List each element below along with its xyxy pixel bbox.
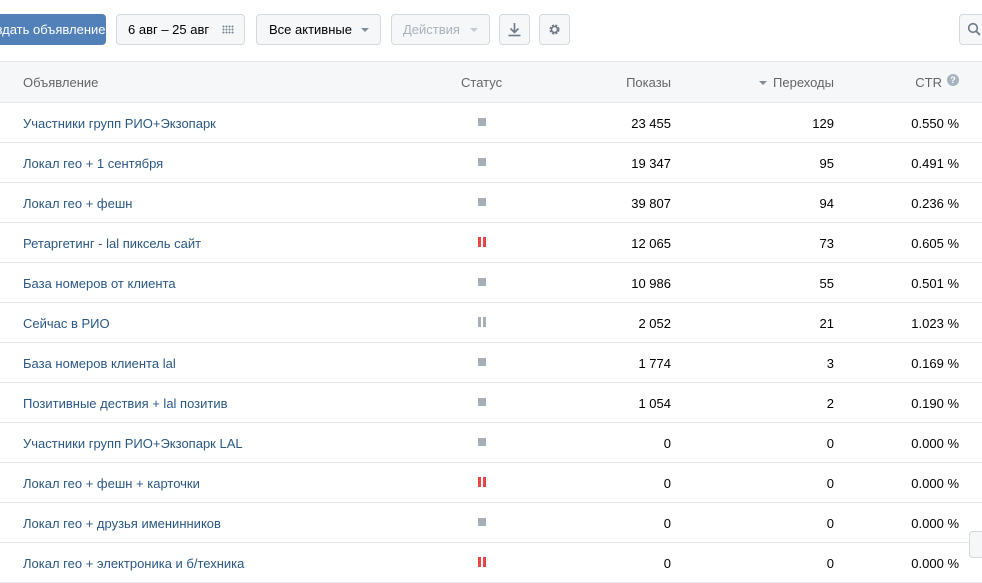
clicks-value: 95 <box>819 156 834 171</box>
ctr-value: 0.501 % <box>911 276 959 291</box>
clicks-value: 73 <box>819 236 834 251</box>
ad-name-link[interactable]: Участники групп РИО+Экзопарк <box>23 116 216 131</box>
table-row: База номеров клиента lal 1 774 3 0.169 % <box>0 343 982 383</box>
table-row: Локал гео + фешн + карточки 0 0 0.000 % <box>0 463 982 503</box>
status-filter-select[interactable]: Все активные <box>256 14 381 45</box>
ad-name-link[interactable]: Локал гео + 1 сентября <box>23 156 163 171</box>
ad-name-link[interactable]: База номеров от клиента <box>23 276 176 291</box>
shows-value: 0 <box>663 436 671 451</box>
create-ad-button[interactable]: Создать объявление <box>0 14 106 45</box>
table-row: Участники групп РИО+Экзопарк 23 455 129 0.5… <box>0 103 982 143</box>
pause-icon[interactable] <box>477 477 487 487</box>
chevron-down-icon <box>470 28 478 32</box>
settings-button[interactable] <box>539 14 570 45</box>
status-stopped-icon[interactable] <box>478 358 486 366</box>
download-button[interactable] <box>499 14 530 45</box>
help-icon[interactable]: ? <box>947 74 959 86</box>
ctr-value: 0.491 % <box>911 156 959 171</box>
search-icon <box>967 22 981 36</box>
table-row: Локал гео + друзья именинников 0 0 0.000 % <box>0 503 982 543</box>
column-header-status[interactable]: Статус <box>461 75 502 90</box>
ad-name-link[interactable]: Локал гео + фешн + карточки <box>23 476 200 491</box>
ad-name-link[interactable]: Локал гео + фешн <box>23 196 132 211</box>
pause-icon[interactable] <box>477 557 487 567</box>
status-stopped-icon[interactable] <box>478 158 486 166</box>
ctr-value: 0.605 % <box>911 236 959 251</box>
scroll-to-top-button[interactable] <box>969 531 982 558</box>
table-row: Ретаргетинг - lal пиксель сайт 12 065 73 0.… <box>0 223 982 263</box>
clicks-value: 94 <box>819 196 834 211</box>
shows-value: 39 807 <box>631 196 671 211</box>
pause-icon[interactable] <box>477 317 487 327</box>
clicks-value: 21 <box>819 316 834 331</box>
clicks-value: 129 <box>812 116 834 131</box>
ctr-value: 1.023 % <box>911 316 959 331</box>
toolbar: Создать объявление 6 авг – 25 авг Все ак… <box>0 0 982 61</box>
ad-name-link[interactable]: Участники групп РИО+Экзопарк LAL <box>23 436 243 451</box>
ctr-value: 0.169 % <box>911 356 959 371</box>
shows-value: 19 347 <box>631 156 671 171</box>
table-row: Локал гео + 1 сентября 19 347 95 0.491 % <box>0 143 982 183</box>
table-row: Локал гео + фешн 39 807 94 0.236 % <box>0 183 982 223</box>
ctr-value: 0.000 % <box>911 516 959 531</box>
table-row: Позитивные дествия + lal позитив 1 054 2 0.… <box>0 383 982 423</box>
download-icon <box>508 23 521 37</box>
clicks-value: 0 <box>826 476 834 491</box>
column-header-clicks[interactable]: Переходы <box>773 75 834 90</box>
sort-desc-icon <box>759 81 767 85</box>
calendar-icon <box>222 25 234 34</box>
status-stopped-icon[interactable] <box>478 118 486 126</box>
status-stopped-icon[interactable] <box>478 398 486 406</box>
ctr-value: 0.550 % <box>911 116 959 131</box>
ads-table-body: Участники групп РИО+Экзопарк 23 455 129 0.5… <box>0 103 982 583</box>
shows-value: 1 054 <box>638 396 671 411</box>
pause-icon[interactable] <box>477 237 487 247</box>
shows-value: 2 052 <box>638 316 671 331</box>
status-stopped-icon[interactable] <box>478 198 486 206</box>
ad-name-link[interactable]: Сейчас в РИО <box>23 316 110 331</box>
table-row: База номеров от клиента 10 986 55 0.501 % <box>0 263 982 303</box>
ad-name-link[interactable]: Позитивные дествия + lal позитив <box>23 396 228 411</box>
clicks-value: 0 <box>826 436 834 451</box>
ad-name-link[interactable]: База номеров клиента lal <box>23 356 176 371</box>
ctr-value: 0.000 % <box>911 476 959 491</box>
gear-icon <box>549 24 560 35</box>
shows-value: 0 <box>663 476 671 491</box>
shows-value: 0 <box>663 556 671 571</box>
ctr-value: 0.236 % <box>911 196 959 211</box>
shows-value: 23 455 <box>631 116 671 131</box>
shows-value: 12 065 <box>631 236 671 251</box>
chevron-down-icon <box>361 28 369 32</box>
ctr-value: 0.190 % <box>911 396 959 411</box>
search-button[interactable] <box>959 14 982 45</box>
clicks-value: 2 <box>826 396 834 411</box>
ad-name-link[interactable]: Ретаргетинг - lal пиксель сайт <box>23 236 201 251</box>
table-header: Объявление Статус Показы Переходы CTR ? <box>0 61 982 103</box>
ad-name-link[interactable]: Локал гео + друзья именинников <box>23 516 221 531</box>
column-header-ctr[interactable]: CTR <box>915 75 942 90</box>
clicks-value: 55 <box>819 276 834 291</box>
date-range-picker[interactable]: 6 авг – 25 авг <box>116 14 245 45</box>
clicks-value: 0 <box>826 556 834 571</box>
shows-value: 1 774 <box>638 356 671 371</box>
shows-value: 0 <box>663 516 671 531</box>
status-stopped-icon[interactable] <box>478 278 486 286</box>
date-range-label: 6 авг – 25 авг <box>128 22 210 37</box>
column-header-shows[interactable]: Показы <box>626 75 671 90</box>
table-row: Участники групп РИО+Экзопарк LAL 0 0 0.000 … <box>0 423 982 463</box>
table-row: Сейчас в РИО 2 052 21 1.023 % <box>0 303 982 343</box>
status-filter-label: Все активные <box>269 22 352 37</box>
table-row: Локал гео + электроника и б/техника 0 0 0.0… <box>0 543 982 583</box>
ctr-value: 0.000 % <box>911 436 959 451</box>
column-header-ad[interactable]: Объявление <box>23 75 98 90</box>
status-stopped-icon[interactable] <box>478 438 486 446</box>
status-stopped-icon[interactable] <box>478 518 486 526</box>
actions-label: Действия <box>403 22 460 37</box>
ctr-value: 0.000 % <box>911 556 959 571</box>
actions-select[interactable]: Действия <box>391 14 490 45</box>
shows-value: 10 986 <box>631 276 671 291</box>
clicks-value: 3 <box>826 356 834 371</box>
ad-name-link[interactable]: Локал гео + электроника и б/техника <box>23 556 244 571</box>
clicks-value: 0 <box>826 516 834 531</box>
